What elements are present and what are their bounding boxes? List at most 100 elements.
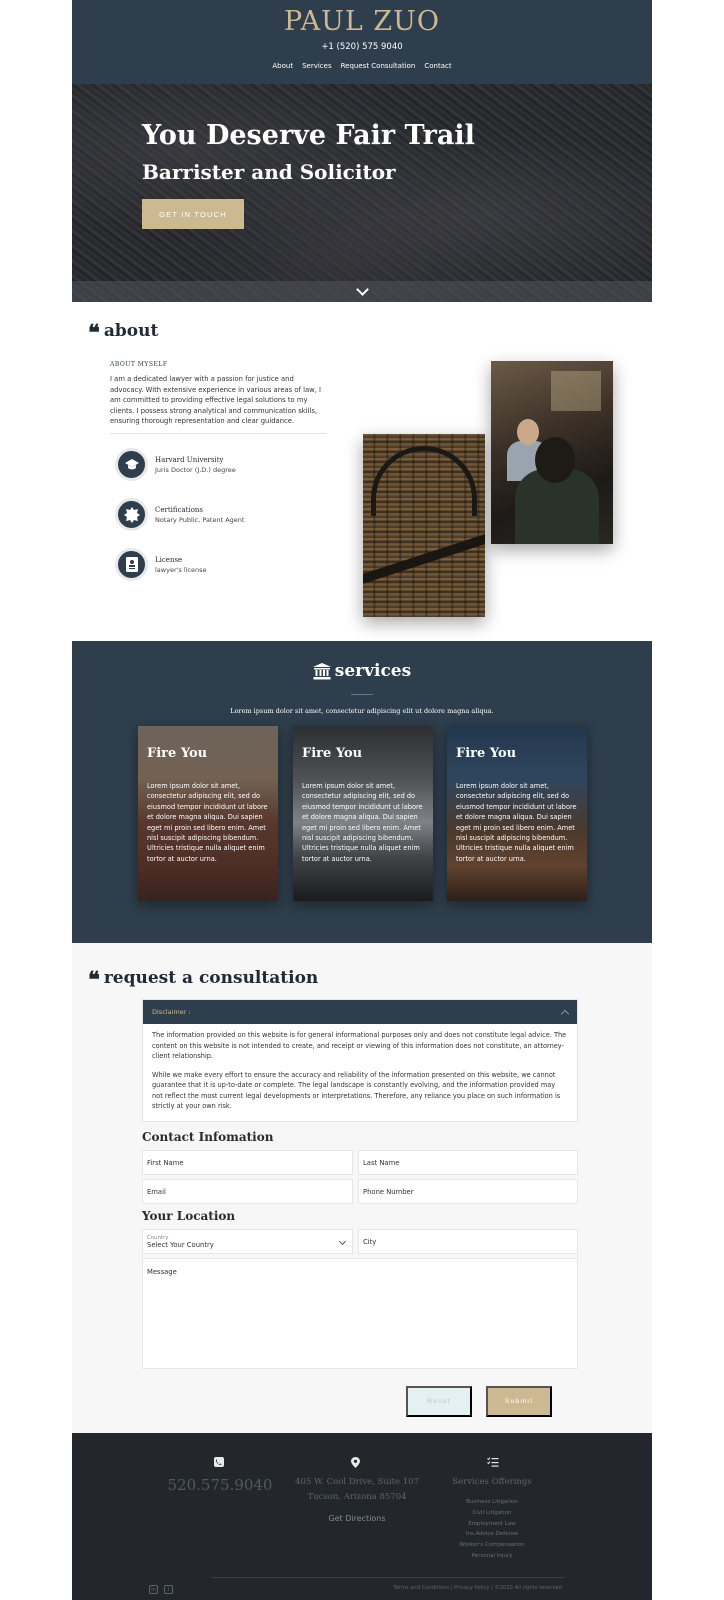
disclaimer-panel: Disclaimer : The information provided on… xyxy=(142,999,578,1122)
location-heading: Your Location xyxy=(142,1209,236,1223)
message-textarea[interactable]: Message xyxy=(142,1258,578,1369)
credential-sub: Notary Public, Patent Agent xyxy=(155,515,245,524)
credential-license: License lawyer's license xyxy=(115,548,207,581)
graduation-cap-icon xyxy=(115,448,148,481)
reset-button[interactable]: Reset xyxy=(406,1386,472,1417)
hero-section: You Deserve Fair Trail Barrister and Sol… xyxy=(72,84,652,302)
service-card-text: Lorem ipsum dolor sit amet, consectetur … xyxy=(456,782,577,863)
phone-icon xyxy=(214,1457,224,1470)
service-card[interactable]: Fire You Lorem ipsum dolor sit amet, con… xyxy=(447,726,587,901)
hero-background xyxy=(72,84,652,302)
site-footer: 520.575.9040 405 W. Cool Drive, Suite 10… xyxy=(72,1433,652,1600)
meeting-window xyxy=(551,371,601,411)
main-nav: About Services Request Consultation Cont… xyxy=(72,62,652,70)
service-card[interactable]: Fire You Lorem ipsum dolor sit amet, con… xyxy=(293,726,433,901)
email-field[interactable]: Email xyxy=(142,1179,353,1204)
chevron-down-icon[interactable] xyxy=(355,283,369,296)
footer-service-item[interactable]: Business Litigation xyxy=(432,1497,552,1508)
services-section: services Lorem ipsum dolor sit amet, con… xyxy=(72,641,652,943)
consultation-heading: ❝ request a consultation xyxy=(88,965,318,991)
brand-logo[interactable]: PAUL ZUO xyxy=(72,6,652,37)
divider xyxy=(351,694,373,695)
footer-service-item[interactable]: Worker's Compensation xyxy=(432,1540,552,1551)
services-heading-text: services xyxy=(334,661,412,681)
footer-legal[interactable]: Terms and Conditions | Privacy Policy | … xyxy=(372,1585,562,1591)
divider xyxy=(110,433,326,434)
service-card-title: Fire You xyxy=(456,746,517,761)
first-name-field[interactable]: First Name xyxy=(142,1150,353,1175)
service-card[interactable]: Fire You Lorem ipsum dolor sit amet, con… xyxy=(138,726,278,901)
service-card-title: Fire You xyxy=(302,746,363,761)
credential-title: Certifications xyxy=(155,505,204,514)
credential-harvard: Harvard University Juris Doctor (J.D.) d… xyxy=(115,448,236,481)
credential-sub: lawyer's license xyxy=(155,565,207,574)
about-heading: ❝ about xyxy=(88,318,158,344)
page: PAUL ZUO +1 (520) 575 9040 About Service… xyxy=(72,0,652,1600)
library-arch xyxy=(371,446,477,516)
footer-services-list: Business Litigation Civil Litigation Emp… xyxy=(432,1497,552,1562)
services-heading: services xyxy=(72,661,652,681)
address-line-1: 405 W. Cool Drive, Suite 107 xyxy=(295,1477,419,1487)
quote-icon: ❝ xyxy=(88,967,100,993)
library-railing xyxy=(363,534,485,584)
meeting-person-face xyxy=(517,419,539,445)
badge-icon xyxy=(115,498,148,531)
nav-request-consultation[interactable]: Request Consultation xyxy=(341,62,416,70)
city-field[interactable]: City xyxy=(358,1229,578,1254)
consultation-section: ❝ request a consultation Disclaimer : Th… xyxy=(72,943,652,1433)
footer-services-title: Services Offerings xyxy=(452,1477,532,1487)
divider xyxy=(212,1577,564,1578)
id-card-icon xyxy=(115,548,148,581)
footer-service-item[interactable]: Civil Litigation xyxy=(432,1508,552,1519)
header-phone[interactable]: +1 (520) 575 9040 xyxy=(72,42,652,52)
chevron-down-icon xyxy=(338,1237,347,1246)
library-photo xyxy=(363,434,485,617)
map-pin-icon xyxy=(351,1457,360,1471)
meeting-photo xyxy=(491,361,613,544)
about-heading-text: about xyxy=(103,321,159,341)
phone-number-field[interactable]: Phone Number xyxy=(358,1179,578,1204)
checklist-icon xyxy=(487,1457,499,1470)
credential-text: Certifications Notary Public, Patent Age… xyxy=(155,506,244,524)
nav-services[interactable]: Services xyxy=(302,62,332,70)
meeting-person-front-head xyxy=(535,437,575,483)
courthouse-icon xyxy=(312,662,331,679)
credential-sub: Juris Doctor (J.D.) degree xyxy=(155,465,236,474)
credential-text: License lawyer's license xyxy=(155,556,207,574)
chevron-up-icon[interactable] xyxy=(560,1009,570,1018)
consultation-heading-text: request a consultation xyxy=(103,968,319,988)
hero-subtitle: Barrister and Solicitor xyxy=(142,160,396,184)
footer-address: 405 W. Cool Drive, Suite 107 Tucson, Ari… xyxy=(262,1475,452,1505)
linkedin-icon[interactable]: in xyxy=(149,1585,158,1594)
contact-info-heading: Contact Infomation xyxy=(142,1130,274,1144)
service-card-text: Lorem ipsum dolor sit amet, consectetur … xyxy=(302,782,423,863)
service-card-text: Lorem ipsum dolor sit amet, consectetur … xyxy=(147,782,268,863)
twitter-icon[interactable]: t xyxy=(164,1585,173,1594)
about-eyebrow: ABOUT MYSELF xyxy=(110,361,168,368)
footer-service-item[interactable]: Ins.Advice Defense xyxy=(432,1529,552,1540)
disclaimer-label: Disclaimer : xyxy=(152,1008,191,1016)
scroll-down-bar[interactable] xyxy=(72,281,652,302)
get-in-touch-button[interactable]: GET IN TOUCH xyxy=(142,199,244,229)
submit-button[interactable]: Submit xyxy=(486,1386,552,1417)
disclaimer-paragraph: The information provided on this website… xyxy=(152,1031,567,1060)
nav-contact[interactable]: Contact xyxy=(424,62,451,70)
country-select-value: Select Your Country xyxy=(147,1240,214,1249)
last-name-field[interactable]: Last Name xyxy=(358,1150,578,1175)
service-card-title: Fire You xyxy=(147,746,208,761)
disclaimer-paragraph: While we make every effort to ensure the… xyxy=(152,1070,561,1111)
quote-icon: ❝ xyxy=(88,320,100,346)
credential-title: Harvard University xyxy=(155,455,224,464)
credential-text: Harvard University Juris Doctor (J.D.) d… xyxy=(155,456,236,474)
services-description: Lorem ipsum dolor sit amet, consectetur … xyxy=(230,707,494,715)
nav-about[interactable]: About xyxy=(272,62,293,70)
get-directions-link[interactable]: Get Directions xyxy=(262,1514,452,1523)
credential-title: License xyxy=(155,555,183,564)
footer-service-item[interactable]: Employment Law xyxy=(432,1519,552,1530)
country-select[interactable]: Country Select Your Country xyxy=(142,1229,353,1254)
address-line-2: Tucson, Arizona 85704 xyxy=(307,1492,407,1502)
disclaimer-header[interactable]: Disclaimer : xyxy=(143,1000,577,1024)
about-text: I am a dedicated lawyer with a passion f… xyxy=(110,375,322,425)
footer-service-item[interactable]: Personal Injury xyxy=(432,1551,552,1562)
hero-title: You Deserve Fair Trail xyxy=(142,120,475,151)
